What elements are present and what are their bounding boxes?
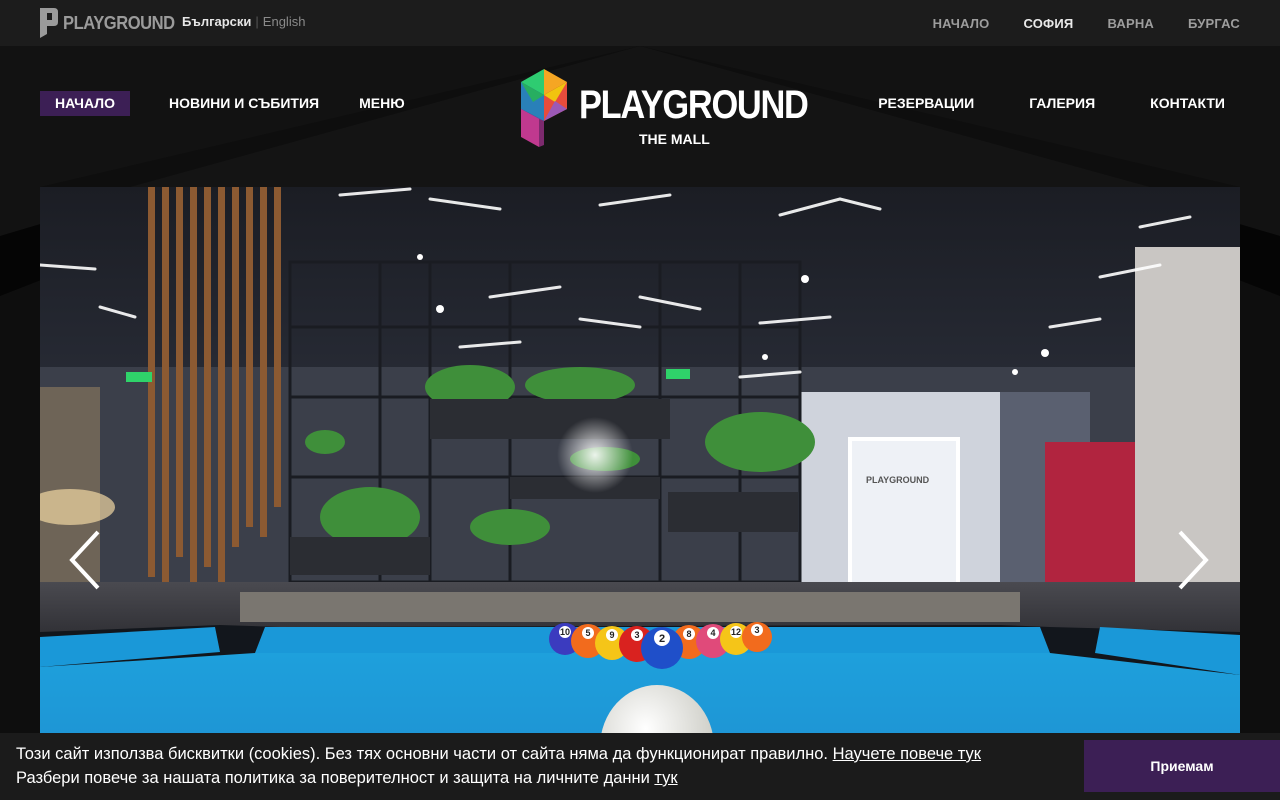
city-nav-varna[interactable]: ВАРНА [1107, 16, 1154, 31]
cookie-banner: Този сайт използва бисквитки (cookies). … [0, 733, 1280, 800]
svg-text:10: 10 [560, 627, 570, 637]
svg-text:2: 2 [659, 633, 665, 645]
top-logo-link[interactable]: PLAYGROUND [40, 8, 184, 38]
lang-separator: | [255, 14, 259, 29]
playground-mark-icon [40, 8, 58, 38]
nav-reservations[interactable]: РЕЗЕРВАЦИИ [878, 91, 974, 116]
city-nav: НАЧАЛО СОФИЯ ВАРНА БУРГАС [899, 16, 1240, 31]
cookie-line-2: Разбери повече за нашата политика за пов… [16, 766, 981, 790]
nav-menu[interactable]: МЕНЮ [359, 91, 405, 116]
brand-logo[interactable]: PLAYGROUND THE MALL [519, 69, 809, 149]
privacy-policy-link[interactable]: тук [654, 769, 677, 787]
city-nav-home[interactable]: НАЧАЛО [933, 16, 990, 31]
cookie-line-1: Този сайт използва бисквитки (cookies). … [16, 742, 981, 766]
hero-slider: PLAYGROUND 10 5 9 3 8 4 12 3 2 [40, 187, 1240, 800]
svg-text:4: 4 [710, 628, 715, 638]
svg-text:5: 5 [585, 628, 590, 638]
main-nav-left: НАЧАЛО НОВИНИ И СЪБИТИЯ МЕНЮ [40, 91, 405, 116]
chevron-right-icon [1178, 530, 1209, 590]
brand-subtitle: THE MALL [639, 131, 710, 147]
city-nav-sofia[interactable]: СОФИЯ [1023, 16, 1073, 31]
nav-gallery[interactable]: ГАЛЕРИЯ [1029, 91, 1095, 116]
language-switcher: Български | English [182, 14, 305, 29]
cookie-line-2-text: Разбери повече за нашата политика за пов… [16, 769, 650, 787]
chevron-left-icon [69, 530, 100, 590]
nav-contacts[interactable]: КОНТАКТИ [1150, 91, 1225, 116]
slider-next-button[interactable] [1174, 530, 1214, 590]
cookie-line-1-text: Този сайт използва бисквитки (cookies). … [16, 745, 829, 763]
slider-prev-button[interactable] [66, 530, 106, 590]
svg-text:3: 3 [754, 625, 759, 635]
top-utility-bar: PLAYGROUND Български | English НАЧАЛО СОФИ… [0, 0, 1280, 46]
lang-english[interactable]: English [263, 14, 306, 29]
cookie-accept-button[interactable]: Приемам [1084, 740, 1280, 792]
city-nav-burgas[interactable]: БУРГАС [1188, 16, 1240, 31]
hero-slide-image: PLAYGROUND 10 5 9 3 8 4 12 3 2 [40, 187, 1240, 800]
playground-cube-logo-icon [521, 69, 567, 147]
hero-wall-sign: PLAYGROUND [866, 475, 930, 485]
svg-text:12: 12 [731, 627, 741, 637]
pool-ball: 3 [742, 622, 772, 652]
cookie-learn-more-link[interactable]: Научете повече тук [833, 745, 981, 763]
svg-text:8: 8 [686, 629, 691, 639]
nav-news-events[interactable]: НОВИНИ И СЪБИТИЯ [169, 91, 319, 116]
top-logo-text: PLAYGROUND [63, 12, 175, 33]
lang-bulgarian[interactable]: Български [182, 14, 251, 29]
pool-ball: 2 [641, 627, 683, 669]
brand-name: PLAYGROUND [579, 83, 809, 127]
main-nav-right: РЕЗЕРВАЦИИ ГАЛЕРИЯ КОНТАКТИ [878, 91, 1225, 116]
svg-text:9: 9 [609, 630, 614, 640]
svg-text:3: 3 [634, 630, 639, 640]
cookie-message: Този сайт използва бисквитки (cookies). … [16, 742, 981, 790]
nav-home[interactable]: НАЧАЛО [40, 91, 130, 116]
